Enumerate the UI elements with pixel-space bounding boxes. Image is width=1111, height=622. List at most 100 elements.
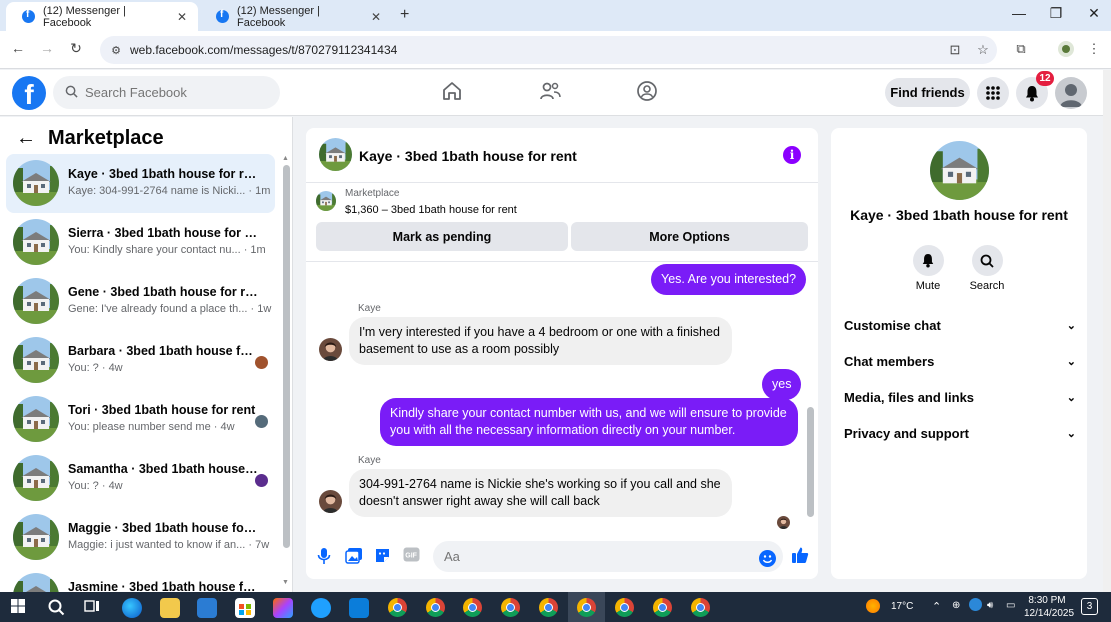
clock-time: 8:30 PM (1028, 595, 1066, 606)
conversation-item[interactable]: Barbara · 3bed 1bath house fo... You: ? ·… (6, 331, 275, 390)
gif-icon[interactable]: GIF (403, 547, 421, 565)
chrome-icon[interactable] (388, 598, 407, 617)
minimize-button[interactable]: — (1004, 5, 1034, 21)
reload-icon[interactable]: ↻ (66, 40, 86, 57)
app-tray-icon[interactable] (969, 598, 982, 611)
sidebar-header: ← Marketplace (16, 127, 164, 150)
network-icon[interactable]: ⊕ (952, 600, 960, 611)
app-icon[interactable] (349, 598, 369, 618)
thumbs-up-icon[interactable] (791, 546, 809, 564)
message-input[interactable] (433, 541, 783, 572)
mute-action[interactable]: Mute (903, 245, 953, 292)
chevron-up-icon[interactable]: ⌃ (932, 600, 941, 613)
menu-kebab-icon[interactable]: ⋮ (1083, 41, 1105, 57)
tab-close-icon[interactable]: ✕ (172, 10, 192, 24)
media-files-links-row[interactable]: Media, files and links ⌄ (844, 382, 1076, 412)
search-input[interactable] (85, 85, 265, 100)
notification-center-icon[interactable]: 3 (1081, 598, 1098, 615)
page-scrollbar[interactable] (1103, 70, 1111, 592)
edge-icon[interactable] (122, 598, 142, 618)
copilot-icon[interactable] (273, 598, 293, 618)
friends-icon[interactable] (538, 80, 566, 106)
emoji-icon[interactable] (759, 550, 776, 567)
window-close-button[interactable]: ✕ (1079, 5, 1109, 22)
omnibox[interactable]: ⚙ web.facebook.com/messages/t/8702791123… (100, 36, 997, 64)
chrome-icon[interactable] (653, 598, 672, 617)
microphone-icon[interactable] (317, 547, 335, 565)
chrome-icon[interactable] (426, 598, 445, 617)
conversation-snippet: You: ? · 4w (68, 362, 123, 374)
chrome-icon[interactable] (615, 598, 634, 617)
listing-small-thumbnail[interactable] (316, 191, 336, 211)
clock[interactable]: 8:30 PM 12/14/2025 (1024, 594, 1074, 620)
profile-icon[interactable] (1055, 41, 1077, 60)
search-icon[interactable] (971, 245, 1003, 276)
chrome-icon[interactable] (691, 598, 710, 617)
microsoft-store-icon[interactable] (235, 598, 255, 618)
browser-tab[interactable]: (12) Messenger | Facebook ✕ (200, 2, 392, 31)
sidebar-scrollbar[interactable] (283, 165, 290, 548)
site-settings-icon[interactable]: ⚙ (106, 44, 126, 57)
facebook-logo-icon[interactable]: f (12, 76, 46, 110)
groups-icon[interactable] (636, 80, 664, 106)
conversation-item[interactable]: Tori · 3bed 1bath house for rent You: ple… (6, 390, 275, 449)
chrome-icon[interactable] (539, 598, 558, 617)
conversation-item[interactable]: Maggie · 3bed 1bath house for r... Maggie… (6, 508, 275, 567)
conversation-item[interactable]: Sierra · 3bed 1bath house for rent You: K… (6, 213, 275, 272)
scroll-up-arrow-icon[interactable]: ▲ (282, 155, 289, 162)
tab-search-icon[interactable]: ⧉ (1010, 41, 1032, 57)
battery-icon[interactable]: ▭ (1006, 600, 1015, 611)
message-scrollbar[interactable] (807, 407, 814, 517)
install-app-icon[interactable]: ⊡ (941, 42, 969, 58)
weather-temp[interactable]: 17°C (891, 601, 913, 612)
back-arrow-icon[interactable]: ← (8, 40, 28, 56)
chrome-icon[interactable] (501, 598, 520, 617)
listing-price-title[interactable]: $1,360 – 3bed 1bath house for rent (345, 204, 517, 216)
weather-icon[interactable] (866, 599, 880, 613)
listing-thumbnail[interactable] (319, 138, 352, 171)
chrome-icon[interactable] (463, 598, 482, 617)
customise-chat-row[interactable]: Customise chat ⌄ (844, 310, 1076, 340)
menu-grid-icon[interactable] (977, 77, 1009, 109)
scroll-down-arrow-icon[interactable]: ▼ (282, 579, 289, 586)
tab-close-icon[interactable]: ✕ (366, 10, 386, 24)
search-action[interactable]: Search (962, 245, 1012, 292)
row-label: Privacy and support (844, 425, 969, 441)
volume-icon[interactable]: 🔊︎ (987, 600, 993, 611)
new-tab-button[interactable]: + (400, 6, 409, 24)
restore-button[interactable]: ❐ (1041, 5, 1071, 22)
back-arrow-icon[interactable]: ← (16, 127, 36, 150)
outlook-icon[interactable] (197, 598, 217, 618)
find-friends-button[interactable]: Find friends (885, 78, 970, 107)
url-text[interactable]: web.facebook.com/messages/t/870279112341… (130, 43, 941, 57)
browser-tab-active[interactable]: (12) Messenger | Facebook ✕ (6, 2, 198, 31)
privacy-support-row[interactable]: Privacy and support ⌄ (844, 418, 1076, 448)
conversation-item[interactable]: Jasmine · 3bed 1bath house fo... (6, 567, 275, 592)
chrome-icon[interactable] (577, 598, 596, 617)
mute-bell-icon[interactable] (912, 245, 944, 276)
facebook-search[interactable] (53, 76, 280, 109)
listing-avatar[interactable] (930, 141, 989, 200)
bookmark-star-icon[interactable]: ☆ (969, 42, 997, 58)
app-icon[interactable] (311, 598, 331, 618)
task-view-icon[interactable] (84, 598, 104, 618)
forward-arrow-icon[interactable]: → (37, 40, 57, 56)
row-label: Media, files and links (844, 389, 975, 405)
sticker-icon[interactable] (374, 547, 392, 565)
photo-icon[interactable] (345, 547, 363, 565)
more-options-button[interactable]: More Options (571, 222, 808, 251)
mark-as-pending-button[interactable]: Mark as pending (316, 222, 568, 251)
chat-members-row[interactable]: Chat members ⌄ (844, 346, 1076, 376)
home-icon[interactable] (441, 80, 469, 106)
sender-avatar[interactable] (319, 490, 342, 513)
info-icon[interactable]: i (783, 146, 801, 164)
conversation-item[interactable]: Kaye · 3bed 1bath house for rent Kaye: 30… (6, 154, 275, 213)
file-explorer-icon[interactable] (160, 598, 180, 618)
sender-avatar[interactable] (319, 338, 342, 361)
chat-title[interactable]: Kaye · 3bed 1bath house for rent (359, 148, 577, 164)
windows-start-icon[interactable] (10, 598, 30, 618)
conversation-item[interactable]: Samantha · 3bed 1bath house ... You: ? · … (6, 449, 275, 508)
conversation-item[interactable]: Gene · 3bed 1bath house for rent Gene: I'… (6, 272, 275, 331)
taskbar-search-icon[interactable] (47, 598, 67, 618)
account-avatar[interactable] (1055, 77, 1087, 109)
